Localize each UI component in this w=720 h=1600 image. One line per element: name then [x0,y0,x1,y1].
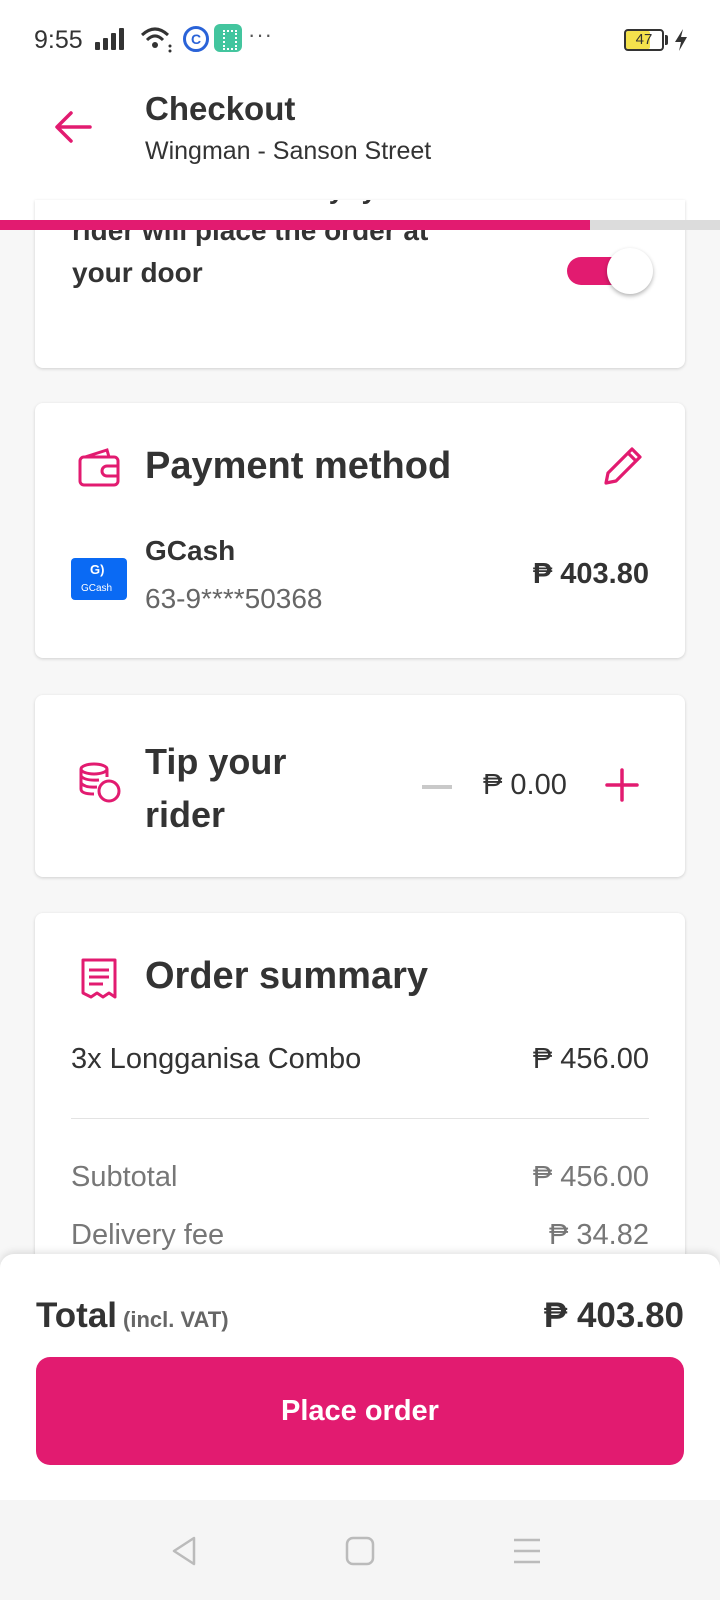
order-summary-title: Order summary [145,955,429,997]
checkout-progress-bar [0,220,720,230]
checkout-footer: Total (incl. VAT) ₱ 403.80 Place order [0,1254,720,1500]
battery-level: 47 [624,29,664,51]
total-amount: ₱ 403.80 [543,1296,684,1335]
calculator-notification-icon [214,24,242,52]
order-item-price: ₱ 456.00 [532,1043,649,1075]
progress-fill [0,220,591,230]
order-summary-card: Order summary 3x Longganisa Combo ₱ 456.… [35,913,685,1293]
total-label-group: Total (incl. VAT) [36,1296,229,1336]
battery-icon: 47 [624,29,664,51]
nav-back-icon[interactable] [168,1534,202,1568]
subtotal-label: Subtotal [71,1161,178,1193]
wifi-icon [140,27,172,53]
payment-method-card: Payment method G) GCash GCash 63-9****50… [35,403,685,658]
vat-note: (incl. VAT) [123,1307,229,1332]
app-notification-icon: C [183,26,209,52]
tip-increase-button[interactable] [605,768,639,802]
subtotal-value: ₱ 456.00 [532,1161,649,1193]
battery-nub [665,35,668,45]
delivery-fee-label: Delivery fee [71,1219,225,1251]
payment-method-title: Payment method [145,445,452,487]
tip-amount: ₱ 0.00 [483,769,567,801]
back-arrow-icon[interactable] [52,106,94,148]
status-time: 9:55 [34,26,83,54]
subtotal-row: Subtotal ₱ 456.00 [71,1161,649,1194]
summary-divider [71,1118,649,1119]
gcash-logo-icon: G) GCash [71,558,127,600]
pencil-edit-icon[interactable] [600,443,646,489]
nav-menu-icon[interactable] [510,1534,544,1568]
payment-amount: ₱ 403.80 [532,558,649,590]
tip-decrease-button[interactable] [422,785,452,789]
total-label: Total [36,1296,118,1335]
nav-home-icon[interactable] [343,1534,377,1568]
order-item-label: 3x Longganisa Combo [71,1043,362,1075]
order-item-row: 3x Longganisa Combo ₱ 456.00 [71,1043,649,1076]
wallet-icon [78,448,120,487]
delivery-fee-row: Delivery fee ₱ 34.82 [71,1219,649,1252]
status-bar: 9:55 C ··· 47 [0,0,720,84]
charging-icon [675,29,687,51]
system-navigation-bar [0,1500,720,1600]
signal-icon [95,26,124,50]
contactless-text: Contactless delivery: your rider will pl… [72,200,429,288]
payment-account-number: 63-9****50368 [145,583,323,614]
place-order-button[interactable]: Place order [36,1357,684,1465]
tip-title: Tip your rider [145,741,287,835]
restaurant-name: Wingman - Sanson Street [145,137,432,165]
receipt-icon [81,958,117,999]
delivery-fee-value: ₱ 34.82 [549,1219,649,1251]
page-title: Checkout [145,90,296,127]
contactless-toggle[interactable] [567,248,663,294]
coins-icon [79,762,121,803]
more-notifications-icon: ··· [248,22,273,47]
tip-rider-card: Tip your rider ₱ 0.00 [35,695,685,877]
payment-method-name: GCash [145,535,236,566]
